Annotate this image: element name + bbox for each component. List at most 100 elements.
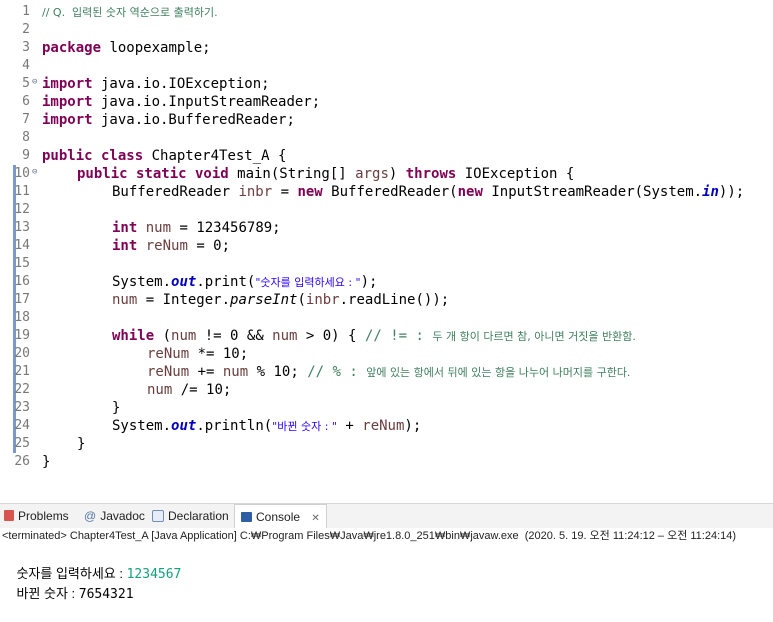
code-text: BufferedReader( xyxy=(322,184,458,200)
line-number: 4 xyxy=(22,58,30,73)
variable: num xyxy=(112,292,138,308)
fold-minus-icon[interactable]: ⊖ xyxy=(32,167,37,177)
code-line: 16 System.out.print("숫자를 입력하세요 : "); xyxy=(0,273,773,291)
static-field: in xyxy=(702,184,719,200)
keyword: throws xyxy=(405,166,457,182)
tab-label: Declaration xyxy=(168,509,229,523)
tab-problems[interactable]: Problems xyxy=(4,504,69,528)
keyword: public static void xyxy=(77,166,229,182)
code-line: 18 xyxy=(0,309,773,327)
line-number: 12 xyxy=(14,202,30,217)
variable: num xyxy=(222,364,249,380)
code-line: 20 reNum *= 10; xyxy=(0,345,773,363)
comment: 앞에 있는 항에서 뒤에 있는 항을 나누어 나머지를 구한다. xyxy=(366,366,631,379)
code-text: System. xyxy=(112,418,172,434)
code-line: 17 num = Integer.parseInt(inbr.readLine(… xyxy=(0,291,773,309)
code-text: = 0; xyxy=(187,238,231,254)
code-text: ); xyxy=(360,274,378,290)
keyword: import xyxy=(42,112,93,128)
code-text: /= 10; xyxy=(172,382,232,398)
declaration-icon xyxy=(152,509,164,522)
line-number: 19 xyxy=(14,328,30,343)
static-field: out xyxy=(171,418,197,434)
code-text: != 0 && xyxy=(196,328,273,344)
variable: reNum xyxy=(362,418,405,434)
line-number: 25 xyxy=(14,436,30,451)
string-literal: "숫자를 입력하세요 : " xyxy=(255,276,361,289)
parameter: args xyxy=(355,166,389,182)
code-line: 14 int reNum = 0; xyxy=(0,237,773,255)
code-text: main(String[] xyxy=(228,166,356,182)
code-line: 25 } xyxy=(0,435,773,453)
line-number: 18 xyxy=(14,310,30,325)
line-number: 1 xyxy=(22,4,30,19)
code-text: BufferedReader xyxy=(112,184,239,200)
code-text: *= 10; xyxy=(189,346,249,362)
code-text: )); xyxy=(718,184,745,200)
line-number: 9 xyxy=(22,148,30,163)
code-text: ( xyxy=(297,292,306,308)
variable: reNum xyxy=(147,364,190,380)
code-line: 5 ⊖ import java.io.IOException; xyxy=(0,75,773,93)
code-editor[interactable]: 1 // Q. 입력된 숫자 역순으로 출력하기. 2 3 package lo… xyxy=(0,0,773,484)
tab-console[interactable]: Console ✕ xyxy=(234,504,327,529)
tab-declaration[interactable]: Declaration xyxy=(152,504,229,528)
scroll-left-icon[interactable]: < xyxy=(44,480,52,484)
code-text: System. xyxy=(112,274,172,290)
fold-minus-icon[interactable]: ⊖ xyxy=(32,77,37,87)
keyword: new xyxy=(457,184,483,200)
code-text: % 10; xyxy=(248,364,308,380)
code-text: = xyxy=(272,184,298,200)
code-line: 6 import java.io.InputStreamReader; xyxy=(0,93,773,111)
code-line: 10 ⊖ public static void main(String[] ar… xyxy=(0,165,773,183)
code-line: 3 package loopexample; xyxy=(0,39,773,57)
line-number: 17 xyxy=(14,292,30,307)
code-line: 2 xyxy=(0,21,773,39)
line-number: 16 xyxy=(14,274,30,289)
line-number: 5 xyxy=(22,76,30,91)
code-text: java.io.BufferedReader; xyxy=(92,112,295,128)
code-text: += xyxy=(189,364,223,380)
tab-label: Console xyxy=(256,510,301,524)
line-number: 3 xyxy=(22,40,30,55)
variable: reNum xyxy=(147,346,190,362)
keyword: new xyxy=(297,184,323,200)
code-text: ); xyxy=(404,418,422,434)
line-number: 14 xyxy=(14,238,30,253)
code-text: loopexample; xyxy=(101,40,211,56)
horizontal-scrollbar[interactable]: < xyxy=(0,480,773,484)
line-number: 10 xyxy=(14,166,30,181)
code-line: 22 num /= 10; xyxy=(0,381,773,399)
code-text: .readLine()); xyxy=(339,292,450,308)
string-literal: "바뀐 숫자 : " xyxy=(272,420,337,433)
view-tab-bar: Problems @ Javadoc Declaration Console ✕ xyxy=(0,503,773,529)
code-line: 13 int num = 123456789; xyxy=(0,219,773,237)
code-line: 15 xyxy=(0,255,773,273)
code-text: Chapter4Test_A { xyxy=(143,148,287,164)
code-text: .print( xyxy=(196,274,256,290)
keyword: public class xyxy=(42,148,144,164)
code-line: 7 import java.io.BufferedReader; xyxy=(0,111,773,129)
code-line: 19 while (num != 0 && num > 0) { // != :… xyxy=(0,327,773,345)
comment: // % : xyxy=(307,364,367,380)
console-output: 바뀐 숫자 : xyxy=(16,586,79,601)
variable: inbr xyxy=(305,292,340,308)
console-view[interactable]: <terminated> Chapter4Test_A [Java Applic… xyxy=(0,528,773,602)
console-status: <terminated> Chapter4Test_A [Java Applic… xyxy=(2,530,737,542)
code-line: 8 xyxy=(0,129,773,147)
close-icon[interactable]: ✕ xyxy=(311,513,319,524)
code-text: IOException { xyxy=(456,166,575,182)
console-result: 7654321 xyxy=(78,587,134,602)
tab-javadoc[interactable]: @ Javadoc xyxy=(84,504,145,528)
code-text: > 0) { xyxy=(297,328,365,344)
comment: // != : xyxy=(364,328,433,344)
line-number: 15 xyxy=(14,256,30,271)
comment: // Q. 입력된 숫자 역순으로 출력하기. xyxy=(42,6,218,19)
code-line: 11 BufferedReader inbr = new BufferedRea… xyxy=(0,183,773,201)
variable: num xyxy=(147,382,173,398)
line-number: 24 xyxy=(14,418,30,433)
code-line: 26 } xyxy=(0,453,773,471)
code-line: 24 System.out.println("바뀐 숫자 : " + reNum… xyxy=(0,417,773,435)
keyword: int xyxy=(112,220,138,236)
static-method: parseInt xyxy=(230,292,298,308)
